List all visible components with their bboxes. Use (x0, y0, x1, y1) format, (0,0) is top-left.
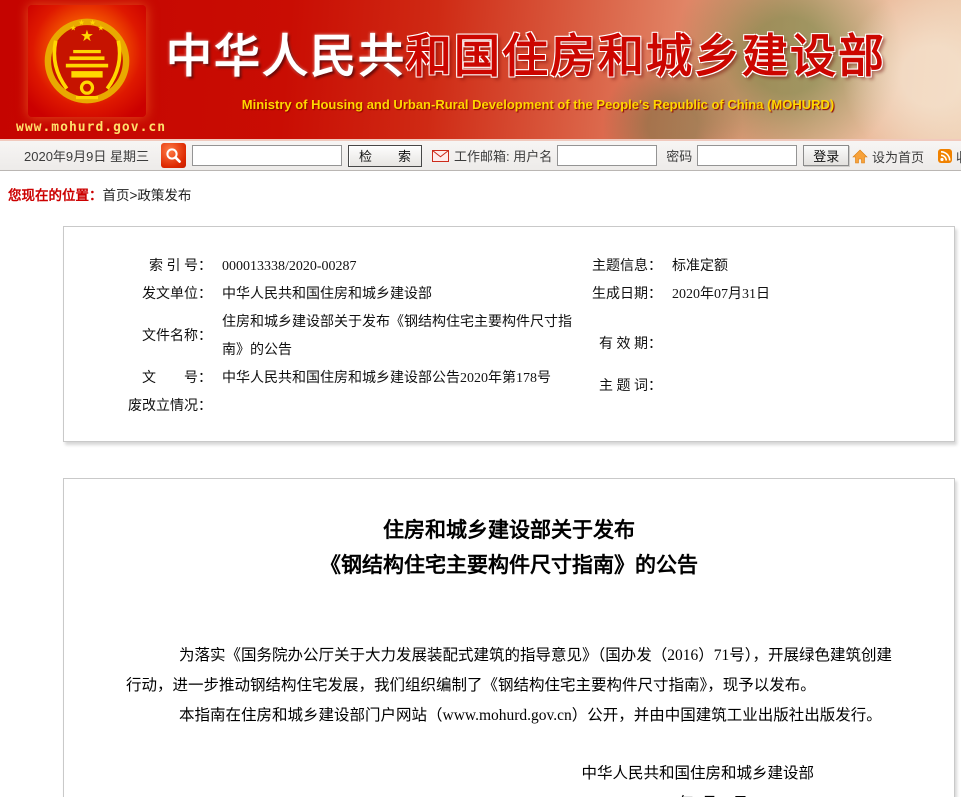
issuing-unit-label: 发文单位： (64, 281, 212, 309)
document-number-value: 中华人民共和国住房和城乡建设部公告2020年第178号 (212, 365, 572, 393)
rss-icon (938, 149, 952, 163)
username-input[interactable] (557, 145, 657, 166)
document-title-label: 文件名称： (64, 323, 212, 351)
topic-info-label: 主题信息： (574, 253, 662, 281)
mail-icon (432, 150, 449, 162)
generate-date-value: 2020年07月31日 (662, 281, 954, 309)
work-mail-label: 工作邮箱: 用户名 (454, 146, 552, 165)
site-title-part2: 和国住房和城乡建设部 (406, 30, 886, 82)
info-row-index-number: 索 引 号： 000013338/2020-00287 (64, 253, 574, 281)
svg-text:★: ★ (89, 18, 96, 27)
svg-text:★: ★ (70, 24, 77, 33)
article-paragraph: 本指南在住房和城乡建设部门户网站（www.mohurd.gov.cn）公开，并由… (126, 701, 892, 731)
info-left-column: 索 引 号： 000013338/2020-00287 发文单位： 中华人民共和… (64, 253, 574, 421)
info-row-document-title: 文件名称： 住房和城乡建设部关于发布《钢结构住宅主要构件尺寸指南》的公告 (64, 309, 574, 365)
article-paragraph: 为落实《国务院办公厅关于大力发展装配式建筑的指导意见》（国办发（2016）71号… (126, 641, 892, 701)
repeal-status-value (212, 393, 572, 421)
login-button[interactable]: 登录 (803, 145, 849, 166)
info-row-validity: 有 效 期： (574, 331, 954, 359)
article-body: 为落实《国务院办公厅关于大力发展装配式建筑的指导意见》（国办发（2016）71号… (126, 641, 892, 731)
info-row-topic-info: 主题信息： 标准定额 (574, 253, 954, 281)
info-row-repeal-status: 废改立情况： (64, 393, 574, 421)
svg-text:★: ★ (80, 28, 94, 45)
password-label: 密码 (666, 146, 692, 165)
repeal-status-label: 废改立情况： (64, 393, 212, 421)
site-url: www.mohurd.gov.cn (16, 120, 166, 135)
index-number-value: 000013338/2020-00287 (212, 253, 572, 281)
validity-label: 有 效 期： (574, 331, 662, 359)
article-box: 住房和城乡建设部关于发布 《钢结构住宅主要构件尺寸指南》的公告 为落实《国务院办… (63, 478, 955, 797)
set-homepage-link[interactable]: 设为首页 (872, 147, 924, 166)
national-emblem-icon: ★ ★ ★ ★ ★ (41, 15, 133, 107)
keywords-label: 主 题 词： (574, 373, 662, 401)
site-title: 中华人民共和国住房和城乡建设部 (166, 20, 886, 86)
breadcrumb-path[interactable]: 首页>政策发布 (103, 188, 192, 203)
article-title-line1: 住房和城乡建设部关于发布 (126, 513, 892, 548)
toolbar: 2020年9月9日 星期三 检 索 工作邮箱: 用户名 密码 登录 设为首页 (0, 141, 961, 171)
document-info-box: 索 引 号： 000013338/2020-00287 发文单位： 中华人民共和… (63, 226, 955, 442)
issuing-unit-value: 中华人民共和国住房和城乡建设部 (212, 281, 572, 309)
svg-text:★: ★ (97, 24, 104, 33)
signature-block: 中华人民共和国住房和城乡建设部 2020年7月31日 (581, 759, 814, 797)
svg-text:★: ★ (78, 18, 85, 27)
info-row-generate-date: 生成日期： 2020年07月31日 (574, 281, 954, 309)
info-right-column: 主题信息： 标准定额 生成日期： 2020年07月31日 有 效 期： 主 题 … (574, 253, 954, 421)
favorite-link[interactable]: 收藏 (956, 147, 961, 166)
keywords-value (662, 373, 954, 401)
national-emblem: ★ ★ ★ ★ ★ (28, 5, 146, 117)
search-button[interactable]: 检 索 (348, 145, 422, 167)
signature-org: 中华人民共和国住房和城乡建设部 (581, 759, 814, 789)
home-icon (852, 149, 868, 164)
breadcrumb: 您现在的位置：首页>政策发布 (0, 171, 961, 204)
site-title-part1: 中华人民共 (166, 30, 406, 82)
document-number-label: 文 号： (64, 365, 212, 393)
validity-value (662, 331, 954, 359)
site-subtitle: Ministry of Housing and Urban-Rural Deve… (178, 97, 898, 112)
site-banner: ★ ★ ★ ★ ★ www.mohurd.gov.cn 中华人民共和国住房和城乡… (0, 0, 961, 141)
article-title-line2: 《钢结构住宅主要构件尺寸指南》的公告 (126, 548, 892, 583)
index-number-label: 索 引 号： (64, 253, 212, 281)
toolbar-right-links: 设为首页 收藏 (852, 141, 961, 171)
signature-date: 2020年7月31日 (581, 789, 814, 797)
generate-date-label: 生成日期： (574, 281, 662, 309)
info-row-keywords: 主 题 词： (574, 373, 954, 401)
article-title: 住房和城乡建设部关于发布 《钢结构住宅主要构件尺寸指南》的公告 (126, 513, 892, 583)
search-icon[interactable] (161, 143, 186, 168)
search-input[interactable] (192, 145, 342, 166)
document-title-value: 住房和城乡建设部关于发布《钢结构住宅主要构件尺寸指南》的公告 (212, 309, 572, 365)
info-row-document-number: 文 号： 中华人民共和国住房和城乡建设部公告2020年第178号 (64, 365, 574, 393)
topic-info-value: 标准定额 (662, 253, 954, 281)
password-input[interactable] (697, 145, 797, 166)
info-row-issuing-unit: 发文单位： 中华人民共和国住房和城乡建设部 (64, 281, 574, 309)
current-date: 2020年9月9日 星期三 (24, 146, 149, 165)
breadcrumb-label: 您现在的位置： (8, 188, 103, 203)
